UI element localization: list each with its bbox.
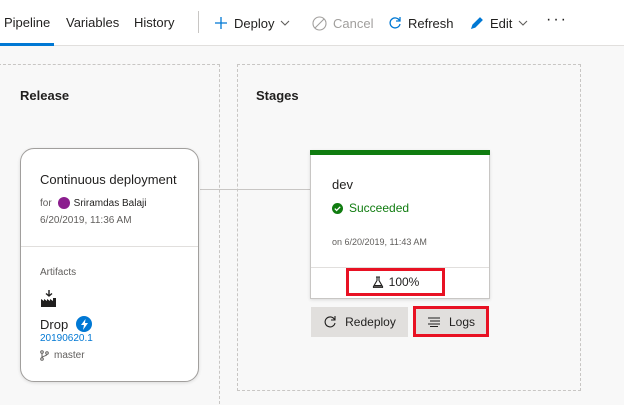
artifact-name[interactable]: Drop (40, 316, 93, 332)
stage-status-bar (310, 150, 490, 155)
chevron-down-icon (280, 20, 290, 26)
cancel-button[interactable]: Cancel (312, 13, 373, 33)
edit-button[interactable]: Edit (470, 13, 528, 33)
cancel-label: Cancel (333, 15, 374, 31)
toolbar-separator (198, 11, 199, 33)
for-label: for (40, 197, 52, 209)
logs-icon (427, 317, 441, 327)
more-icon: ··· (546, 11, 568, 28)
pipeline-connector (200, 189, 310, 190)
release-card[interactable]: Continuous deployment for Sriramdas Bala… (20, 148, 199, 382)
artifacts-label: Artifacts (40, 267, 77, 278)
test-pass-rate[interactable]: 100% (346, 268, 445, 296)
refresh-button[interactable]: Refresh (388, 13, 454, 33)
trigger-title: Continuous deployment (40, 172, 177, 187)
user-name: Sriramdas Balaji (73, 197, 147, 209)
cancel-icon (312, 15, 327, 31)
deploy-button[interactable]: Deploy (214, 13, 290, 33)
tab-history[interactable]: History (134, 15, 174, 30)
branch-icon (40, 350, 49, 361)
deploy-label: Deploy (234, 15, 275, 31)
logs-button[interactable]: Logs (413, 306, 489, 337)
refresh-label: Refresh (408, 15, 454, 31)
branch-name: master (54, 350, 85, 361)
tab-variables[interactable]: Variables (66, 15, 119, 30)
edit-label: Edit (490, 15, 513, 31)
avatar (57, 197, 70, 209)
artifact-name-label: Drop (40, 316, 69, 332)
stage-name: dev (332, 177, 353, 192)
build-number-link[interactable]: 20190620.1 (40, 333, 93, 344)
card-divider (21, 246, 198, 247)
stage-status-label: Succeeded (349, 201, 410, 215)
build-icon (40, 290, 58, 312)
test-pass-rate-value: 100% (388, 275, 420, 289)
active-tab-indicator (0, 43, 54, 46)
stage-status: Succeeded (332, 201, 409, 215)
release-requester: for Sriramdas Balaji (40, 197, 146, 209)
plus-icon (214, 16, 228, 30)
refresh-icon (388, 16, 402, 30)
release-panel-title: Release (20, 88, 70, 103)
toolbar: Pipeline Variables History Deploy Cancel… (0, 0, 624, 46)
redeploy-label: Redeploy (345, 315, 396, 329)
tab-pipeline[interactable]: Pipeline (4, 15, 50, 30)
branch: master (40, 350, 85, 361)
more-actions-button[interactable]: ··· (546, 10, 568, 30)
flask-icon (372, 276, 384, 288)
logs-label: Logs (448, 314, 476, 329)
chevron-down-icon (518, 20, 528, 26)
lightning-icon (76, 316, 93, 332)
check-circle-icon (332, 202, 343, 214)
release-date: 6/20/2019, 11:36 AM (40, 215, 132, 226)
pencil-icon (470, 16, 484, 30)
stages-panel-title: Stages (256, 88, 299, 103)
stage-date: on 6/20/2019, 11:43 AM (332, 237, 427, 247)
refresh-icon (323, 315, 337, 329)
redeploy-button[interactable]: Redeploy (311, 307, 408, 337)
